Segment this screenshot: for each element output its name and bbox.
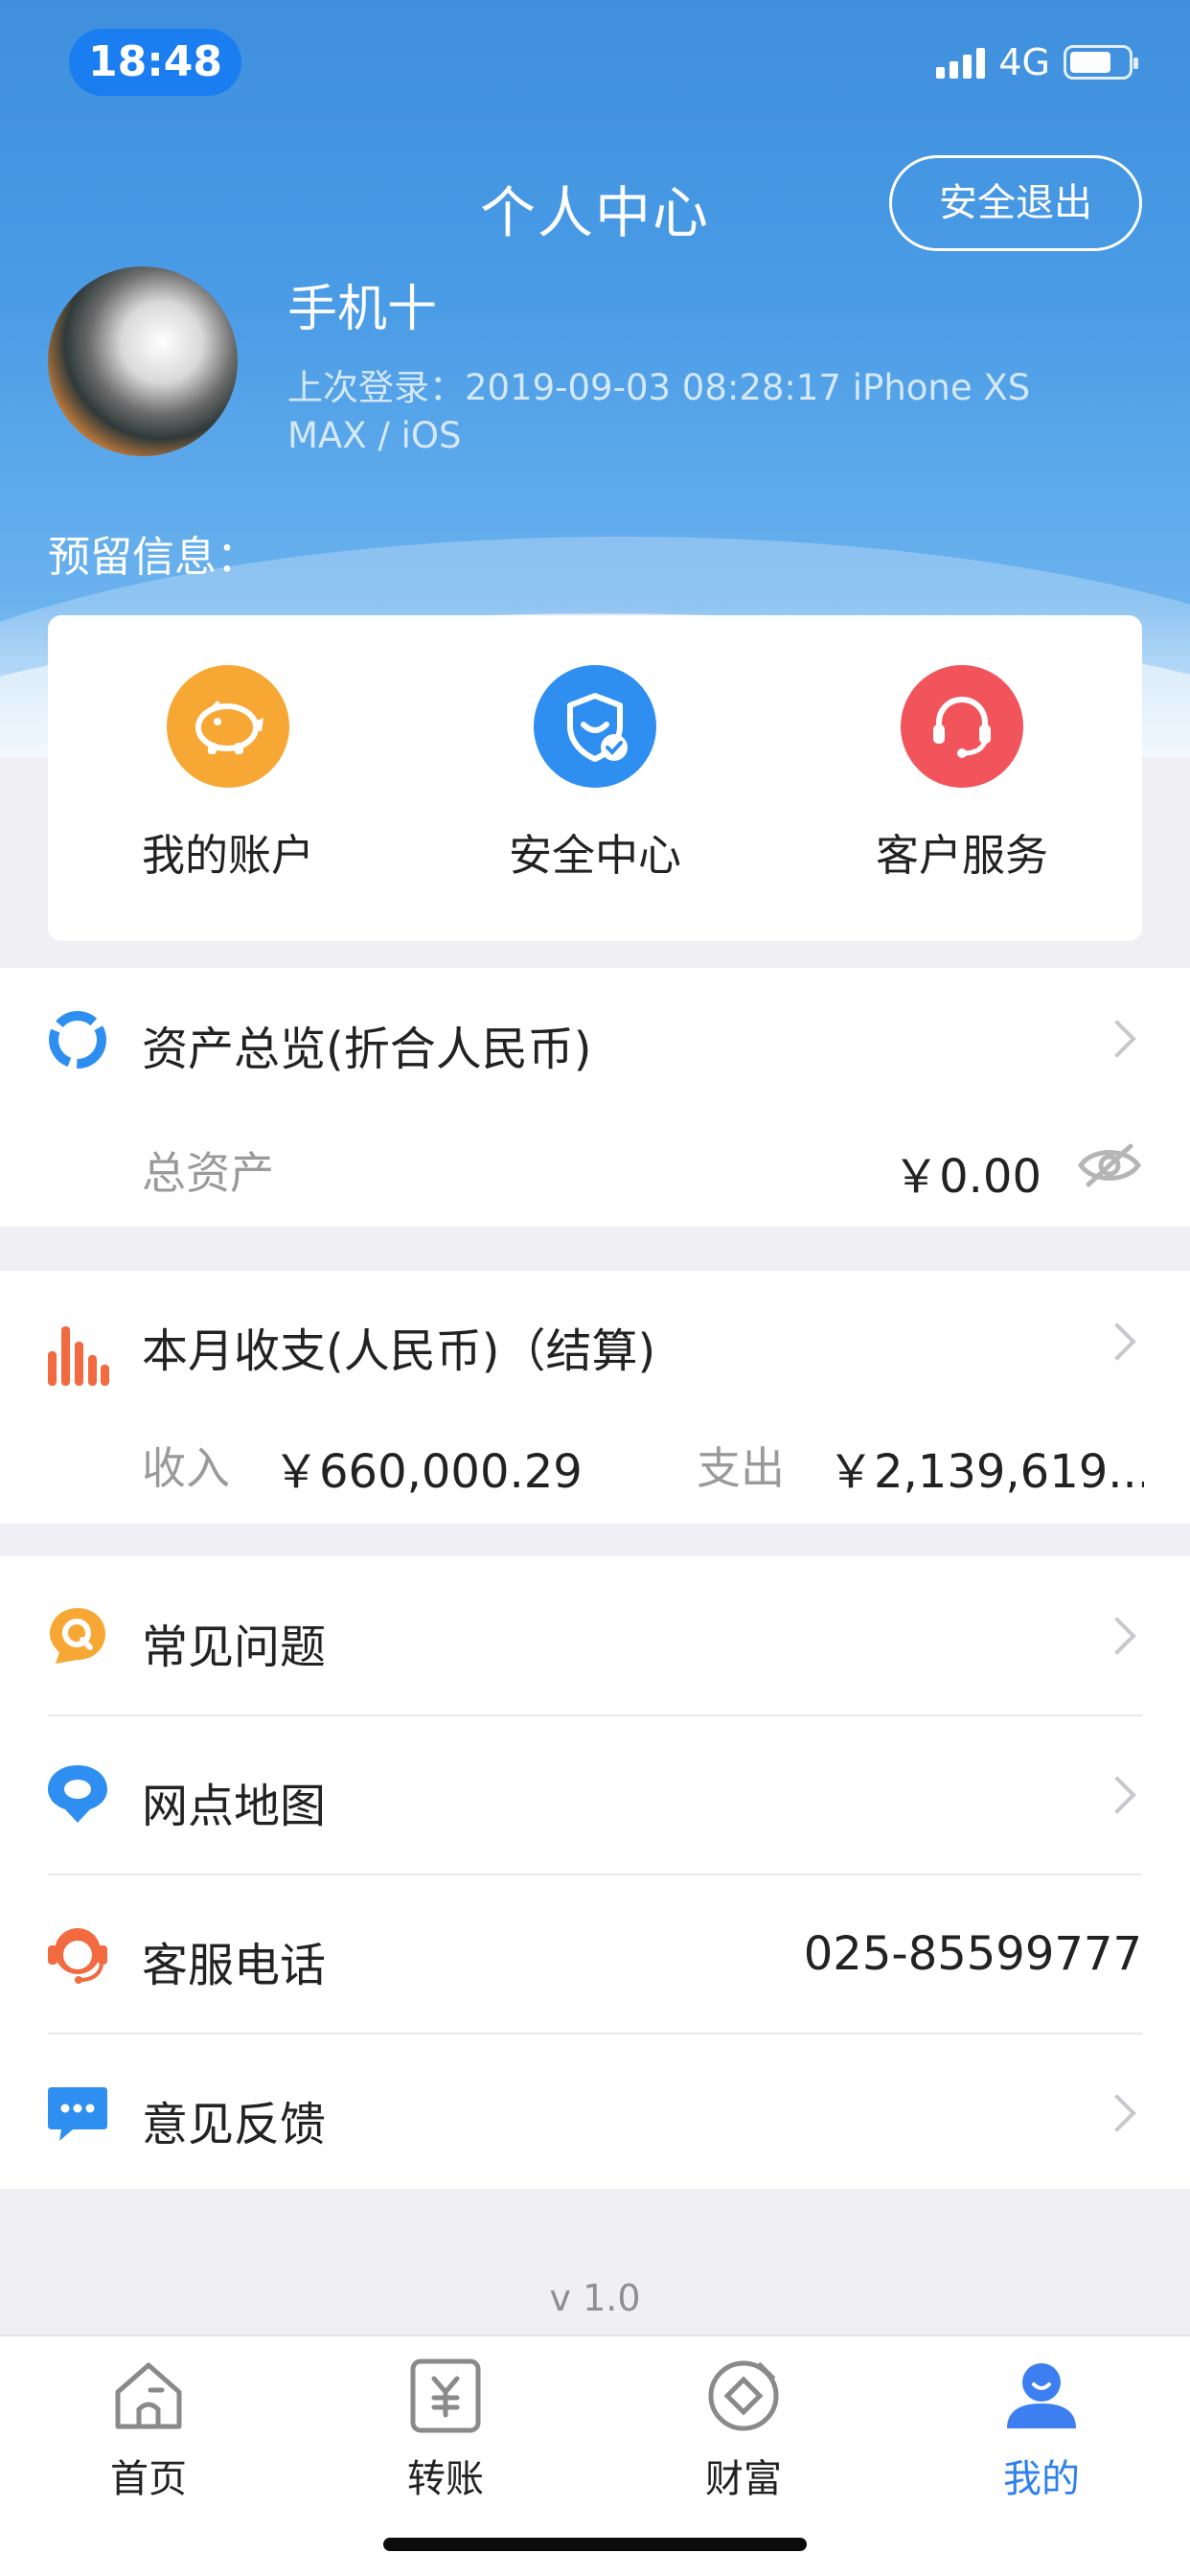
last-login-info: 上次登录：2019-09-03 08:28:17 iPhone XS MAX /… <box>287 367 1031 456</box>
logout-button[interactable]: 安全退出 <box>889 155 1142 251</box>
chat-bubble-icon <box>48 2087 107 2141</box>
tab-home[interactable]: 首页 <box>53 2356 244 2503</box>
quick-actions-card: 我的账户 安全中心 客户服务 <box>48 615 1142 941</box>
eye-hidden-icon[interactable] <box>1075 1138 1144 1192</box>
chevron-right-icon <box>1098 1617 1136 1655</box>
menu-item-label: 网点地图 <box>142 1780 327 1833</box>
quick-action-label: 我的账户 <box>141 830 314 881</box>
quick-action-label: 安全中心 <box>508 830 681 881</box>
tab-label: 首页 <box>110 2457 187 2501</box>
menu-item-service-phone[interactable]: 客服电话 025-85599777 <box>0 1874 1190 2034</box>
total-assets-label: 总资产 <box>142 1147 274 1199</box>
tab-label: 财富 <box>705 2457 782 2501</box>
quick-action-security-center[interactable]: 安全中心 <box>451 665 739 883</box>
menu-item-label: 客服电话 <box>142 1939 327 1992</box>
headset-icon <box>901 665 1023 788</box>
network-label: 4G <box>998 41 1050 83</box>
piggy-bank-icon <box>167 665 289 788</box>
menu-item-faq[interactable]: 常见问题 <box>0 1556 1190 1715</box>
signal-icon <box>936 46 986 79</box>
assets-overview-section[interactable]: 资产总览(折合人民币) 总资产 ￥0.00 <box>0 968 1190 1227</box>
avatar[interactable] <box>48 266 238 456</box>
wealth-icon <box>708 2360 779 2431</box>
tab-label: 转账 <box>407 2457 484 2501</box>
bar-chart-icon <box>48 1326 109 1386</box>
menu-item-feedback[interactable]: 意见反馈 <box>0 2034 1190 2193</box>
tab-wealth[interactable]: 财富 <box>648 2356 839 2503</box>
faq-icon <box>50 1608 105 1664</box>
user-name: 手机十 <box>287 281 438 338</box>
headset-icon <box>48 1928 107 1984</box>
chevron-right-icon <box>1098 2094 1136 2132</box>
battery-icon <box>1064 45 1138 80</box>
tab-profile[interactable]: 我的 <box>946 2356 1137 2503</box>
menu-item-branch-map[interactable]: 网点地图 <box>0 1715 1190 1874</box>
quick-action-label: 客户服务 <box>875 830 1048 881</box>
reserved-info-label: 预留信息： <box>48 533 259 582</box>
expense-value: ￥2,139,619.... <box>828 1445 1144 1499</box>
expense-label: 支出 <box>697 1442 785 1494</box>
tab-transfer[interactable]: 转账 <box>350 2356 541 2503</box>
service-phone-number[interactable]: 025-85599777 <box>804 1927 1142 1981</box>
income-label: 收入 <box>142 1442 230 1494</box>
status-time: 18:48 <box>69 29 241 96</box>
shield-check-icon <box>534 665 656 788</box>
chevron-right-icon <box>1098 1020 1136 1058</box>
menu-item-label: 常见问题 <box>142 1621 327 1674</box>
chevron-right-icon <box>1098 1776 1136 1814</box>
transfer-icon <box>410 2358 481 2433</box>
map-pin-icon <box>48 1765 107 1823</box>
quick-action-customer-service[interactable]: 客户服务 <box>818 665 1106 883</box>
menu-item-label: 意见反馈 <box>142 2098 327 2151</box>
status-indicators: 4G <box>936 38 1138 86</box>
app-version: v 1.0 <box>549 2277 641 2319</box>
income-value: ￥660,000.29 <box>273 1445 583 1499</box>
monthly-summary-section[interactable]: 本月收支(人民币)（结算) 收入 ￥660,000.29 支出 ￥2,139,6… <box>0 1271 1190 1524</box>
assets-title: 资产总览(折合人民币) <box>142 1023 592 1076</box>
home-indicator <box>383 2538 807 2551</box>
quick-action-my-account[interactable]: 我的账户 <box>84 665 372 883</box>
chevron-right-icon <box>1098 1322 1136 1361</box>
profile-icon <box>1007 2363 1076 2428</box>
donut-chart-icon <box>49 1011 106 1069</box>
home-icon <box>115 2362 182 2429</box>
total-assets-value: ￥0.00 <box>893 1150 1041 1204</box>
tab-label: 我的 <box>1003 2457 1080 2501</box>
menu-list: 常见问题 网点地图 客服电话 025-85599777 意见反馈 <box>0 1556 1190 2189</box>
monthly-title: 本月收支(人民币)（结算) <box>142 1324 656 1378</box>
